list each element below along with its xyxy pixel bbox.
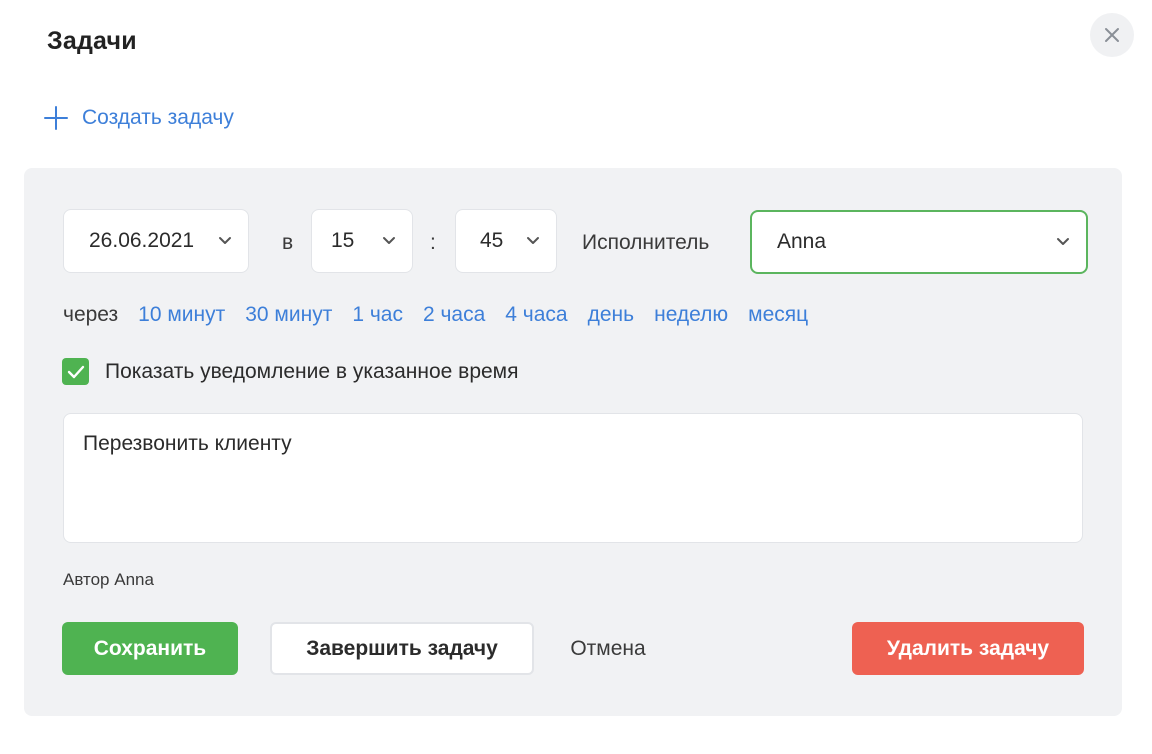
- quick-option-month[interactable]: месяц: [748, 303, 808, 327]
- create-task-label: Создать задачу: [82, 106, 234, 129]
- page-title: Задачи: [47, 27, 137, 55]
- quick-time-row: через 10 минут 30 минут 1 час 2 часа 4 ч…: [63, 303, 828, 327]
- date-value: 26.06.2021: [89, 229, 195, 252]
- time-separator: :: [430, 231, 436, 254]
- quick-option-10-min[interactable]: 10 минут: [138, 303, 225, 327]
- quick-option-30-min[interactable]: 30 минут: [245, 303, 332, 327]
- close-icon: [1105, 28, 1119, 42]
- quick-time-label: через: [63, 303, 119, 326]
- at-label: в: [282, 231, 294, 254]
- chevron-down-icon: [1057, 238, 1069, 245]
- notify-label: Показать уведомление в указанное время: [105, 359, 519, 383]
- save-button[interactable]: Сохранить: [62, 622, 238, 675]
- delete-task-button[interactable]: Удалить задачу: [852, 622, 1084, 675]
- minute-select[interactable]: 45: [455, 209, 557, 273]
- quick-option-2-hours[interactable]: 2 часа: [423, 303, 485, 327]
- date-select[interactable]: 26.06.2021: [63, 209, 249, 273]
- hour-select[interactable]: 15: [311, 209, 413, 273]
- finish-task-button[interactable]: Завершить задачу: [270, 622, 534, 675]
- checkmark-icon: [67, 365, 84, 378]
- author-text: Автор Anna: [63, 570, 154, 589]
- minute-value: 45: [480, 229, 504, 252]
- chevron-down-icon: [527, 237, 539, 244]
- quick-option-week[interactable]: неделю: [654, 303, 728, 327]
- hour-value: 15: [331, 229, 355, 252]
- chevron-down-icon: [383, 237, 395, 244]
- assignee-value: Anna: [777, 230, 827, 253]
- quick-option-4-hours[interactable]: 4 часа: [505, 303, 567, 327]
- chevron-down-icon: [219, 237, 231, 244]
- assignee-select[interactable]: Anna: [750, 210, 1088, 274]
- cancel-button[interactable]: Отмена: [548, 622, 668, 675]
- assignee-label: Исполнитель: [582, 231, 710, 254]
- notify-checkbox[interactable]: [62, 358, 89, 385]
- close-button[interactable]: [1090, 13, 1134, 57]
- create-task-link[interactable]: Создать задачу: [44, 106, 234, 130]
- quick-option-day[interactable]: день: [588, 303, 634, 327]
- quick-option-1-hour[interactable]: 1 час: [352, 303, 403, 327]
- plus-icon: [44, 106, 68, 130]
- notify-checkbox-row[interactable]: Показать уведомление в указанное время: [62, 358, 519, 385]
- task-text-field[interactable]: Перезвонить клиенту: [63, 413, 1083, 543]
